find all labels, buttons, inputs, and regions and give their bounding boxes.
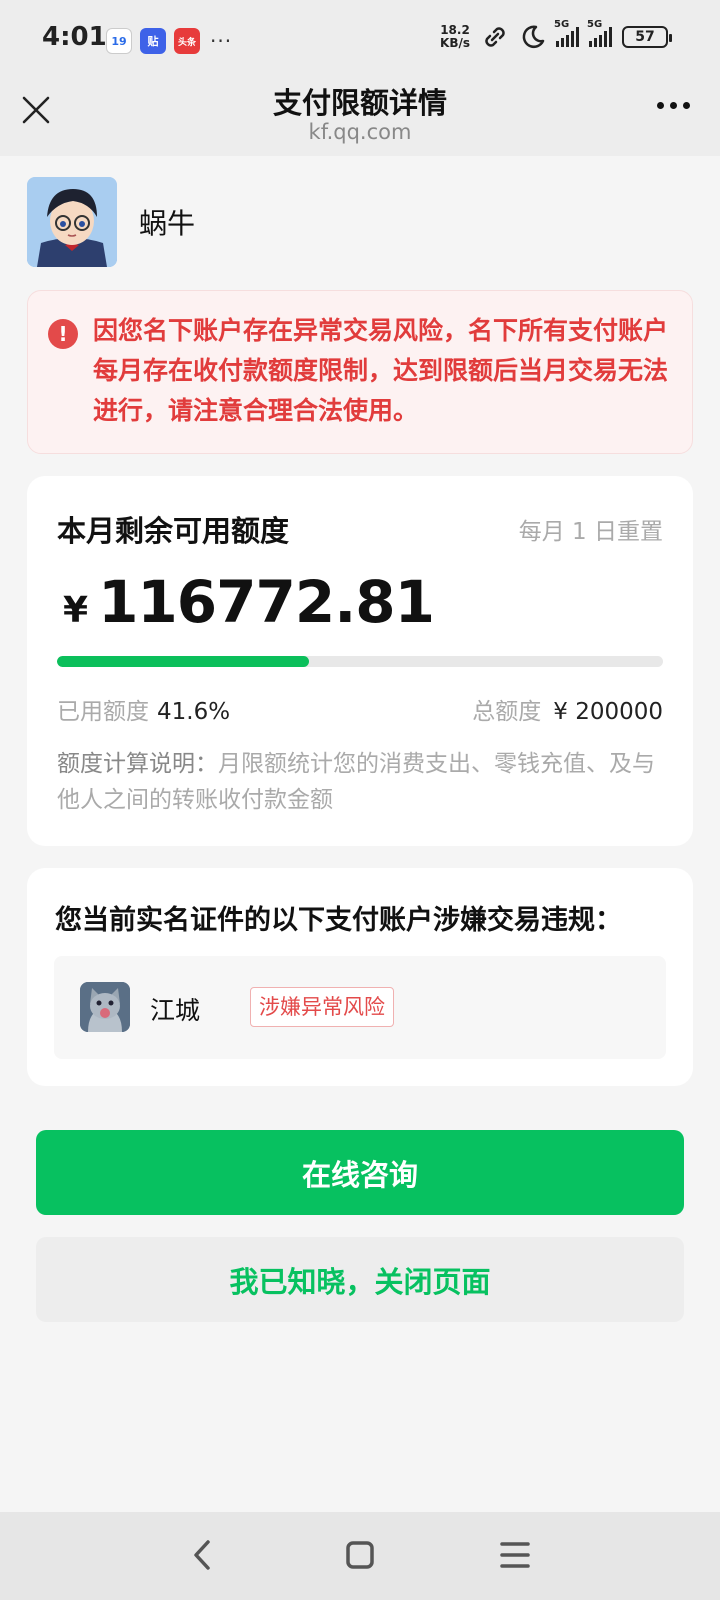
quota-explanation: 额度计算说明：月限额统计您的消费支出、零钱充值、及与他人之间的转账收付款金额 bbox=[57, 746, 663, 818]
status-indicators: 18.2 KB/s 5G 5G 57 bbox=[440, 19, 672, 52]
used-value: 41.6% bbox=[157, 699, 231, 725]
menu-icon[interactable] bbox=[490, 1530, 540, 1580]
status-time: 4:01 bbox=[42, 22, 107, 52]
link-icon bbox=[485, 27, 505, 47]
usage-progress-bar bbox=[57, 656, 663, 667]
dot-icon bbox=[683, 102, 690, 109]
page-title: 支付限额详情 bbox=[272, 86, 447, 120]
nav-header: 支付限额详情 kf.qq.com bbox=[0, 80, 720, 156]
cat-avatar-icon bbox=[80, 982, 130, 1032]
violation-title: 您当前实名证件的以下支付账户涉嫌交易违规： bbox=[55, 905, 622, 936]
avatar bbox=[80, 982, 130, 1032]
exclamation-icon: ! bbox=[48, 319, 78, 349]
notification-icons: 19 贴 头条 ··· bbox=[106, 28, 232, 54]
tieba-icon: 贴 bbox=[140, 28, 166, 54]
page-domain: kf.qq.com bbox=[308, 120, 412, 144]
battery-icon: 57 bbox=[622, 26, 672, 48]
risk-tag: 涉嫌异常风险 bbox=[250, 987, 394, 1027]
quota-reset-note: 每月 1 日重置 bbox=[518, 519, 663, 545]
anime-avatar-icon bbox=[27, 177, 117, 267]
explanation-label: 额度计算说明： bbox=[57, 751, 218, 777]
dot-icon bbox=[670, 102, 677, 109]
quota-card: 本月剩余可用额度 每月 1 日重置 ¥ 116772.81 已用额度 41.6% … bbox=[27, 476, 693, 846]
violation-card: 您当前实名证件的以下支付账户涉嫌交易违规： 江城 涉嫌异常风险 bbox=[27, 868, 693, 1086]
total-value: ¥ 200000 bbox=[553, 699, 663, 725]
signal-5g-1-icon: 5G bbox=[554, 19, 579, 47]
user-row: 蜗牛 bbox=[27, 177, 195, 267]
net-speed: 18.2 KB/s bbox=[440, 24, 470, 50]
risk-warning-card: ! 因您名下账户存在异常交易风险，名下所有支付账户每月存在收付款额度限制，达到限… bbox=[27, 290, 693, 454]
acknowledge-close-button[interactable]: 我已知晓，关闭页面 bbox=[36, 1237, 684, 1322]
user-name: 蜗牛 bbox=[139, 207, 196, 240]
remaining-amount: 116772.81 bbox=[98, 568, 435, 636]
total-label: 总额度 bbox=[472, 699, 542, 725]
home-icon[interactable] bbox=[335, 1530, 385, 1580]
avatar bbox=[27, 177, 117, 267]
online-consult-button[interactable]: 在线咨询 bbox=[36, 1130, 684, 1215]
status-bar: 4:01 19 贴 头条 ··· 18.2 KB/s 5G 5G 57 bbox=[0, 0, 720, 80]
signal-5g-2-icon: 5G bbox=[587, 19, 612, 47]
used-quota: 已用额度 41.6% bbox=[57, 692, 230, 726]
do-not-disturb-moon-icon bbox=[522, 25, 545, 48]
net-speed-unit: KB/s bbox=[440, 36, 470, 50]
dot-icon bbox=[657, 102, 664, 109]
violation-account-name: 江城 bbox=[150, 996, 201, 1025]
risk-warning-text: 因您名下账户存在异常交易风险，名下所有支付账户每月存在收付款额度限制，达到限额后… bbox=[93, 316, 669, 425]
quota-remaining: ¥ 116772.81 bbox=[63, 568, 435, 636]
violation-account-item[interactable]: 江城 涉嫌异常风险 bbox=[54, 956, 666, 1059]
back-icon[interactable] bbox=[178, 1530, 228, 1580]
currency-symbol: ¥ bbox=[63, 590, 89, 631]
system-nav-bar bbox=[0, 1512, 720, 1600]
more-options-button[interactable] bbox=[657, 102, 690, 109]
usage-progress-fill bbox=[57, 656, 310, 667]
more-notifications-icon: ··· bbox=[210, 29, 233, 53]
quota-title: 本月剩余可用额度 bbox=[57, 514, 290, 548]
toutiao-icon: 头条 bbox=[174, 28, 200, 54]
used-label: 已用额度 bbox=[57, 699, 149, 725]
calendar-icon: 19 bbox=[106, 28, 132, 54]
total-quota: 总额度 ¥ 200000 bbox=[472, 692, 663, 726]
